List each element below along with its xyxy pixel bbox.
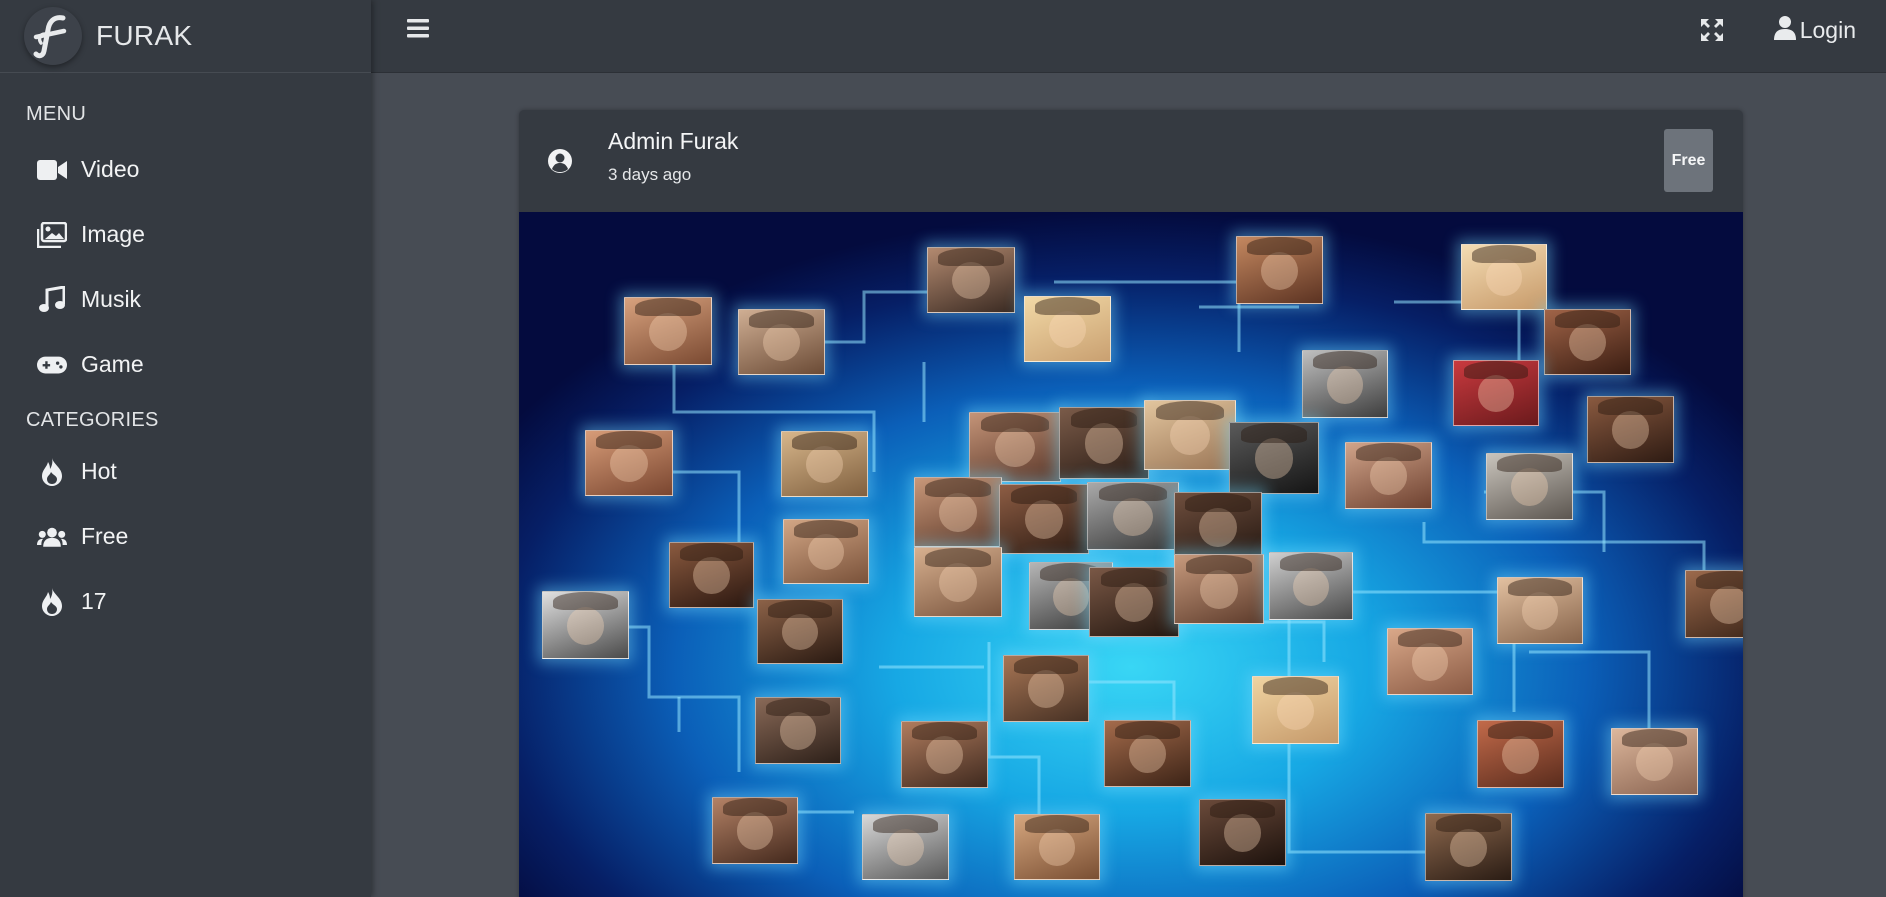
sidebar-item-17[interactable]: 17 [0,569,371,634]
post-card: Admin Furak 3 days ago Free [519,110,1743,897]
user-circle-icon [547,148,573,174]
brand-logo-icon[interactable] [24,7,82,65]
sidebar-item-video[interactable]: Video [0,137,371,202]
face-thumbnail [1685,570,1743,638]
topbar: Login [371,0,1886,73]
sidebar-item-label: 17 [81,588,107,614]
sidebar-item-game[interactable]: Game [0,332,371,397]
sidebar-item-label: Game [81,351,144,377]
face-thumbnail [1269,552,1353,620]
sidebar-item-label: Video [81,156,140,182]
face-thumbnail [1236,236,1323,304]
brand[interactable]: FURAK [0,0,371,73]
face-thumbnail [914,547,1002,617]
face-thumbnail [1477,720,1564,788]
face-thumbnail [1174,554,1264,624]
gamepad-icon [37,351,67,379]
face-thumbnail [1387,628,1473,695]
face-thumbnail [1059,407,1149,479]
face-thumbnail [783,519,869,584]
face-thumbnail [1453,360,1539,426]
face-thumbnail [757,599,843,664]
login-label: Login [1799,16,1856,43]
post-author[interactable]: Admin Furak [608,128,738,155]
video-camera-icon [37,156,67,184]
face-thumbnail [624,297,712,365]
face-thumbnail [862,814,949,880]
music-note-icon [37,285,67,314]
login-button[interactable]: Login [1773,14,1856,46]
face-thumbnail [1229,422,1319,494]
face-thumbnail [755,697,841,764]
face-thumbnail [1144,400,1236,470]
sidebar-item-label: Image [81,221,145,247]
sidebar-item-label: Hot [81,458,117,484]
user-icon [1773,15,1796,45]
face-thumbnail [914,477,1002,547]
categories-header: CATEGORIES [26,409,159,431]
face-thumbnail [999,484,1089,554]
face-thumbnail [542,591,629,659]
sidebar-item-hot[interactable]: Hot [0,439,371,504]
sidebar-item-musik[interactable]: Musik [0,267,371,332]
sidebar-item-label: Free [81,523,129,549]
hamburger-menu-icon[interactable] [406,16,434,44]
face-thumbnail [1174,492,1262,562]
post-time: 3 days ago [608,165,692,184]
face-thumbnail [1486,453,1573,520]
face-thumbnail [1014,814,1100,880]
face-thumbnail [1425,813,1512,881]
face-thumbnail [738,309,825,375]
face-thumbnail [1252,676,1339,744]
face-thumbnail [1302,350,1388,418]
post-header: Admin Furak 3 days ago Free [519,110,1743,212]
menu-header: MENU [26,103,87,125]
sidebar-item-label: Musik [81,286,142,312]
face-thumbnail [781,431,868,497]
face-thumbnail [1003,655,1089,722]
post-image[interactable] [519,212,1743,897]
status-badge: Free [1664,129,1713,192]
face-thumbnail [1104,720,1191,787]
users-icon [37,523,67,551]
brand-name[interactable]: FURAK [96,20,192,52]
face-thumbnail [1199,799,1286,866]
face-thumbnail [1089,567,1179,637]
fire-icon [37,587,67,616]
face-thumbnail [901,721,988,788]
face-thumbnail [1497,577,1583,644]
sidebar: FURAK MENU Video Image Musik Game CATEGO… [0,0,371,897]
fire-icon [37,457,67,486]
face-thumbnail [1544,309,1631,375]
face-thumbnail [1024,296,1111,362]
face-thumbnail [1587,396,1674,463]
sidebar-item-free[interactable]: Free [0,504,371,569]
face-thumbnail [1461,244,1547,310]
face-thumbnail [927,247,1015,313]
expand-arrows-icon[interactable] [1700,18,1724,42]
face-thumbnail [712,797,798,864]
images-icon [37,221,67,249]
face-thumbnail [1087,482,1179,550]
face-thumbnail [1345,442,1432,509]
face-thumbnail [585,430,673,496]
face-thumbnail [669,542,754,608]
face-thumbnail [1611,728,1698,795]
sidebar-item-image[interactable]: Image [0,202,371,267]
face-thumbnail [969,412,1061,482]
